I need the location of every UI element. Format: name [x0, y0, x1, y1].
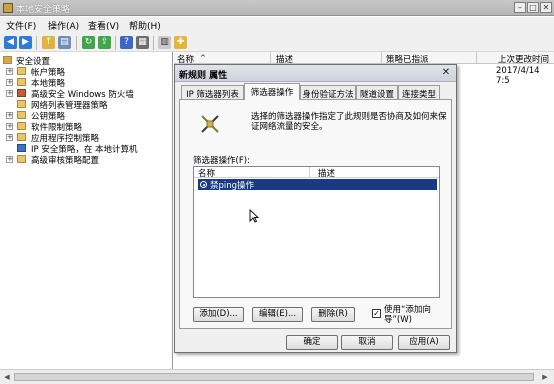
folder-icon: [17, 133, 26, 141]
ip-security-icon: [17, 144, 26, 152]
window-title: 本地安全策略: [16, 5, 71, 15]
expand-icon[interactable]: +: [6, 79, 13, 86]
filter-action-description: 选择的筛选器操作指定了此规则是否协商及如何来保证网络流量的安全。: [251, 112, 447, 132]
edit-button[interactable]: 编辑(E)...: [252, 307, 303, 322]
use-wizard-checkbox[interactable]: ✓: [372, 309, 381, 318]
tab-connection-type[interactable]: 连接类型: [398, 85, 440, 100]
properties-icon[interactable]: ▦: [136, 36, 149, 49]
list-item-name: 禁ping操作: [210, 181, 255, 191]
expand-icon[interactable]: +: [6, 123, 13, 130]
filter-action-label: 筛选器操作(F):: [193, 156, 250, 166]
folder-icon: [17, 78, 26, 86]
tab-filter-action[interactable]: 筛选器操作: [244, 83, 300, 100]
folder-icon: [17, 122, 26, 130]
maximize-button[interactable]: □: [527, 2, 539, 13]
folder-icon: [17, 111, 26, 119]
tab-ip-filter-list[interactable]: IP 筛选器列表: [181, 85, 244, 100]
back-icon[interactable]: ◀: [4, 36, 17, 49]
apply-button[interactable]: 应用(A): [398, 335, 450, 350]
menu-file[interactable]: 文件(F): [6, 19, 36, 32]
toolbar-separator: [76, 36, 77, 50]
use-wizard-label: 使用“添加向导”(W): [384, 305, 431, 325]
close-icon[interactable]: ✕: [439, 67, 453, 79]
sort-arrow-icon: ^: [200, 54, 206, 62]
close-button[interactable]: ✕: [540, 2, 552, 13]
list-cell-modified: 2017/4/14 7:5: [496, 66, 540, 86]
toolbar: ◀ ▶ ↑ ▤ ↻ ⇪ ? ▦ ▥ ✚: [0, 33, 554, 52]
menu-bar: 文件(F) 操作(A) 查看(V) 帮助(H): [0, 17, 554, 33]
policy-icon[interactable]: ▥: [158, 36, 171, 49]
column-divider[interactable]: [309, 167, 310, 178]
list-item[interactable]: 禁ping操作: [198, 179, 437, 191]
horizontal-scrollbar[interactable]: ◀ ▶: [0, 369, 554, 384]
toolbar-separator: [115, 36, 116, 50]
column-divider[interactable]: [381, 52, 382, 64]
folder-icon: [17, 100, 26, 108]
column-divider[interactable]: [476, 52, 477, 64]
scroll-thumb[interactable]: [14, 373, 534, 381]
expand-icon[interactable]: +: [6, 156, 13, 163]
tree-item-firewall[interactable]: + 高级安全 Windows 防火墙: [0, 88, 170, 100]
toolbar-separator: [153, 36, 154, 50]
help-icon[interactable]: ?: [120, 36, 133, 49]
column-header-modified[interactable]: 上次更改时间: [498, 53, 549, 65]
title-bar: 本地安全策略 – □ ✕: [0, 0, 554, 16]
ok-button[interactable]: 确定: [286, 335, 338, 350]
add-policy-icon[interactable]: ✚: [174, 36, 187, 49]
minimize-button[interactable]: –: [514, 2, 526, 13]
folder-icon: [17, 155, 26, 163]
filter-action-icon: [201, 115, 219, 133]
tree-item-local-policy[interactable]: + 本地策略: [0, 77, 170, 89]
dialog-title-bar[interactable]: 新规则 属性 ✕: [175, 65, 456, 82]
tree-item-ip-security[interactable]: IP 安全策略，在 本地计算机: [0, 143, 170, 155]
tree-item-audit-policy[interactable]: + 高级审核策略配置: [0, 154, 170, 166]
tab-authentication[interactable]: 身份验证方法: [300, 85, 356, 100]
mouse-cursor-icon: [249, 209, 259, 223]
expand-icon[interactable]: +: [6, 134, 13, 141]
filter-action-list[interactable]: 名称 描述 禁ping操作: [193, 166, 440, 298]
properties-dialog: 新规则 属性 ✕ IP 筛选器列表 筛选器操作 身份验证方法 隧道设置 连接类型…: [174, 64, 457, 353]
tree-item-label: 高级审核策略配置: [31, 156, 100, 166]
column-header-name[interactable]: 名称: [198, 167, 215, 179]
toolbar-separator: [36, 36, 37, 50]
expand-icon[interactable]: +: [6, 90, 13, 97]
tree-item-public-key[interactable]: + 公钥策略: [0, 110, 170, 122]
dialog-title: 新规则 属性: [179, 71, 228, 81]
folder-icon: [17, 67, 26, 75]
expand-icon[interactable]: +: [6, 68, 13, 75]
show-hide-tree-icon[interactable]: ▤: [58, 36, 71, 49]
menu-action[interactable]: 操作(A): [48, 19, 79, 32]
firewall-icon: [17, 89, 26, 97]
list-header: 名称 ^ 描述 策略已指派 上次更改时间: [174, 52, 554, 65]
menu-view[interactable]: 查看(V): [88, 19, 119, 32]
remove-button[interactable]: 删除(R): [311, 307, 355, 322]
column-header-description[interactable]: 描述: [318, 167, 335, 179]
filter-list-header: 名称 描述: [194, 167, 439, 179]
tree-root[interactable]: 安全设置: [0, 55, 170, 67]
refresh-icon[interactable]: ↻: [82, 36, 95, 49]
security-settings-icon: [3, 56, 12, 64]
column-divider[interactable]: [270, 52, 271, 64]
tree-pane: 安全设置 + 帐户策略 + 本地策略 + 高级安全 Windows 防火墙 网络…: [0, 52, 173, 369]
forward-icon[interactable]: ▶: [19, 36, 32, 49]
menu-help[interactable]: 帮助(H): [129, 19, 161, 32]
scroll-left-icon[interactable]: ◀: [2, 372, 12, 382]
app-icon: [3, 3, 13, 13]
tab-tunnel-settings[interactable]: 隧道设置: [356, 85, 398, 100]
export-list-icon[interactable]: ⇪: [98, 36, 111, 49]
radio-button[interactable]: [200, 181, 207, 188]
tree-item-network-list[interactable]: 网络列表管理器策略: [0, 99, 170, 111]
up-folder-icon[interactable]: ↑: [42, 36, 55, 49]
scroll-right-icon[interactable]: ▶: [540, 372, 550, 382]
expand-icon[interactable]: +: [6, 112, 13, 119]
cancel-button[interactable]: 取消: [341, 335, 393, 350]
add-button[interactable]: 添加(D)...: [193, 307, 244, 322]
tree-item-account-policy[interactable]: + 帐户策略: [0, 66, 170, 78]
tree-item-app-control[interactable]: + 应用程序控制策略: [0, 132, 170, 144]
tree-item-software-restriction[interactable]: + 软件限制策略: [0, 121, 170, 133]
